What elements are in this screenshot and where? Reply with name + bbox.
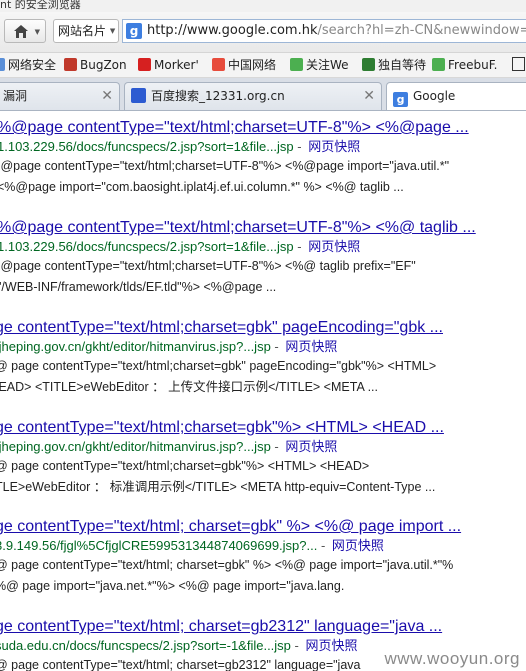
- bookmark-label: 独自等待: [378, 58, 427, 72]
- tab-baidu-search[interactable]: 百度搜索_12331.org.cn ✕: [124, 82, 382, 110]
- bookmark-label: BugZon: [80, 58, 127, 72]
- result-title-link[interactable]: ge contentType="text/html; charset=gbk" …: [0, 517, 526, 537]
- result-url: 1.103.229.56/docs/funcspecs/2.jsp?sort=1…: [0, 239, 294, 254]
- close-icon[interactable]: ✕: [363, 83, 375, 109]
- result-snippet-line: TLE>eWebEditor ： 标准调用示例</TITLE> <META ht…: [0, 480, 436, 494]
- google-favicon-icon: g: [126, 23, 142, 39]
- bookmark-label: Morker': [154, 58, 199, 72]
- bookmark-item[interactable]: 中国网络: [212, 57, 276, 73]
- result-title-link[interactable]: ge contentType="text/html;charset=gbk"%>…: [0, 418, 526, 438]
- result-url: tjheping.gov.cn/gkht/editor/hitmanvirus.…: [0, 439, 271, 454]
- bookmark-favicon-icon: [432, 58, 445, 71]
- bookmarks-bar: 网络安全 BugZon Morker' 中国网络 关注We 独自等待 FreebuF.: [0, 53, 526, 78]
- search-result: ge contentType="text/html;charset=gbk" p…: [0, 318, 526, 398]
- bookmark-item[interactable]: 关注We: [290, 57, 349, 73]
- result-snippet-line: IEAD> <TITLE>eWebEditor ： 上传文件接口示例</TITL…: [0, 380, 378, 394]
- bookmark-item[interactable]: BugZon: [64, 57, 127, 73]
- result-url-line: tjheping.gov.cn/gkht/editor/hitmanvirus.…: [0, 338, 526, 356]
- cached-page-link[interactable]: 网页快照: [332, 538, 384, 553]
- address-text: http://www.google.com.hk/search?hl=zh-CN…: [147, 20, 526, 42]
- site-card-dropdown[interactable]: 网站名片 ▼: [53, 19, 119, 43]
- baidu-paw-icon: [131, 88, 146, 103]
- url-domain: http://www.google.com.hk: [147, 23, 318, 38]
- bookmarks-more-icon[interactable]: [512, 57, 525, 73]
- bookmark-favicon-icon: [138, 58, 151, 71]
- result-url-line: 3.9.149.56/fjgl%5CfjglCRE599531344874069…: [0, 537, 526, 555]
- result-url: tjheping.gov.cn/gkht/editor/hitmanvirus.…: [0, 339, 271, 354]
- cached-page-link[interactable]: 网页快照: [305, 638, 357, 653]
- bookmark-item[interactable]: Morker': [138, 57, 199, 73]
- separator: -: [293, 239, 306, 254]
- window-title: nt 的安全浏览器: [0, 0, 526, 12]
- bookmark-favicon-icon: [290, 58, 303, 71]
- close-icon[interactable]: ✕: [101, 83, 113, 109]
- watermark: www.wooyun.org: [384, 649, 520, 668]
- bookmark-item[interactable]: FreebuF.: [432, 57, 497, 73]
- cached-page-link[interactable]: 网页快照: [308, 139, 360, 154]
- result-title-link[interactable]: ge contentType="text/html;charset=gbk" p…: [0, 318, 526, 338]
- chevron-down-icon[interactable]: ▼: [35, 28, 40, 36]
- tab-label: 漏洞: [3, 89, 28, 103]
- separator: -: [270, 439, 283, 454]
- result-url: 3.9.149.56/fjgl%5CfjglCRE599531344874069…: [0, 538, 318, 553]
- result-title-link[interactable]: %@page contentType="text/html;charset=UT…: [0, 118, 526, 138]
- search-results: %@page contentType="text/html;charset=UT…: [0, 111, 526, 671]
- result-url-line: 1.103.229.56/docs/funcspecs/2.jsp?sort=1…: [0, 138, 526, 156]
- bookmark-favicon-icon: [0, 58, 5, 71]
- cached-page-link[interactable]: 网页快照: [285, 339, 337, 354]
- result-url: suda.edu.cn/docs/funcspecs/2.jsp?sort=-1…: [0, 638, 291, 653]
- result-snippet-line: @ page contentType="text/html;charset=gb…: [0, 359, 437, 373]
- navigation-bar: ▼ 网站名片 ▼ g http://www.google.com.hk/sear…: [0, 12, 526, 53]
- site-card-label: 网站名片: [58, 24, 107, 38]
- cached-page-link[interactable]: 网页快照: [308, 239, 360, 254]
- bookmark-label: FreebuF.: [448, 58, 498, 72]
- search-result: ge contentType="text/html; charset=gbk" …: [0, 517, 526, 597]
- cached-page-link[interactable]: 网页快照: [285, 439, 337, 454]
- separator: -: [317, 538, 329, 553]
- tab-vuln[interactable]: 漏洞 ✕: [0, 82, 120, 110]
- result-snippet-line: @ page contentType="text/html; charset=g…: [0, 558, 454, 572]
- bookmark-label: 中国网络: [228, 58, 277, 72]
- separator: -: [293, 139, 306, 154]
- separator: -: [290, 638, 303, 653]
- bookmark-favicon-icon: [64, 58, 77, 71]
- bookmark-favicon-icon: [362, 58, 375, 71]
- url-path: /search?hl=zh-CN&newwindow=1: [317, 23, 526, 38]
- result-snippet-line: <%@page import="com.baosight.iplat4j.ef.…: [0, 180, 404, 194]
- result-snippet-line: @ page contentType="text/html;charset=gb…: [0, 459, 370, 473]
- bookmark-label: 关注We: [306, 58, 349, 72]
- result-snippet-line: ;@page contentType="text/html;charset=UT…: [0, 259, 416, 273]
- bookmark-label: 网络安全: [8, 58, 57, 72]
- result-url-line: tjheping.gov.cn/gkht/editor/hitmanvirus.…: [0, 438, 526, 456]
- result-snippet-line: %@ page import="java.net.*"%> <%@ page i…: [0, 579, 345, 593]
- chevron-down-icon: ▼: [109, 27, 116, 35]
- result-snippet-line: ;@page contentType="text/html;charset=UT…: [0, 159, 450, 173]
- tab-label: Google: [413, 89, 456, 103]
- home-button[interactable]: ▼: [4, 19, 46, 43]
- search-result: %@page contentType="text/html;charset=UT…: [0, 218, 526, 298]
- bookmark-favicon-icon: [212, 58, 225, 71]
- result-url-line: 1.103.229.56/docs/funcspecs/2.jsp?sort=1…: [0, 238, 526, 256]
- result-url: 1.103.229.56/docs/funcspecs/2.jsp?sort=1…: [0, 139, 294, 154]
- tab-label: 百度搜索_12331.org.cn: [151, 89, 285, 103]
- home-icon: [14, 25, 28, 38]
- google-favicon-icon: g: [393, 92, 408, 107]
- tab-strip: 漏洞 ✕ 百度搜索_12331.org.cn ✕ g Google: [0, 78, 526, 111]
- separator: -: [270, 339, 283, 354]
- result-title-link[interactable]: ge contentType="text/html; charset=gb231…: [0, 617, 526, 637]
- result-snippet-line: "/WEB-INF/framework/tlds/EF.tld"%> <%@pa…: [0, 280, 277, 294]
- tab-google[interactable]: g Google: [386, 82, 526, 110]
- result-title-link[interactable]: %@page contentType="text/html;charset=UT…: [0, 218, 526, 238]
- address-bar[interactable]: g http://www.google.com.hk/search?hl=zh-…: [122, 19, 526, 43]
- search-result: %@page contentType="text/html;charset=UT…: [0, 118, 526, 198]
- bookmark-item[interactable]: 网络安全: [0, 57, 56, 73]
- search-result: ge contentType="text/html;charset=gbk"%>…: [0, 418, 526, 498]
- bookmark-item[interactable]: 独自等待: [362, 57, 426, 73]
